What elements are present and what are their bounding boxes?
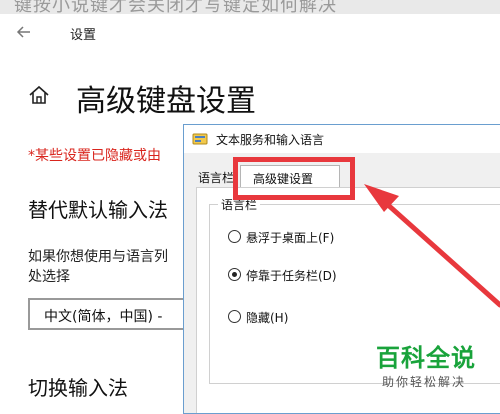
dialog-titlebar: 文本服务和输入语言 (184, 125, 500, 153)
override-input-method-heading: 替代默认输入法 (28, 198, 168, 222)
hidden-settings-notice: *某些设置已隐藏或由 (28, 148, 161, 164)
radio-label: 悬浮于桌面上(F) (246, 231, 335, 245)
radio-selected-dot (232, 272, 237, 277)
radio-label: 停靠于任务栏(D) (246, 269, 337, 283)
default-input-method-select[interactable]: 中文(简体，中国) - (28, 298, 208, 330)
annotation-highlight-box (233, 157, 355, 200)
window-title: 设置 (70, 28, 97, 43)
top-strip: 键按小说键才会关闭才写键定如何解决 (0, 0, 500, 14)
radio-label: 隐藏(H) (246, 311, 289, 325)
top-strip-text: 键按小说键才会关闭才写键定如何解决 (14, 0, 337, 14)
dialog-title: 文本服务和输入语言 (216, 133, 325, 147)
back-arrow-icon[interactable] (14, 22, 34, 42)
radio-circle (228, 230, 241, 243)
text-services-icon (192, 133, 208, 145)
watermark-title: 百科全说 (376, 344, 476, 372)
override-desc-line2: 处选择 (28, 269, 70, 285)
override-desc-line1: 如果你想使用与语言列 (28, 249, 168, 265)
home-icon (29, 85, 49, 104)
settings-titlebar: 设置 (0, 14, 500, 50)
watermark-subtitle: 助你轻松解决 (382, 375, 467, 389)
radio-circle (228, 268, 241, 281)
radio-circle (228, 310, 241, 323)
select-value: 中文(简体，中国) - (44, 309, 163, 325)
page-title: 高级键盘设置 (76, 84, 256, 119)
switch-input-method-heading: 切换输入法 (28, 376, 128, 400)
